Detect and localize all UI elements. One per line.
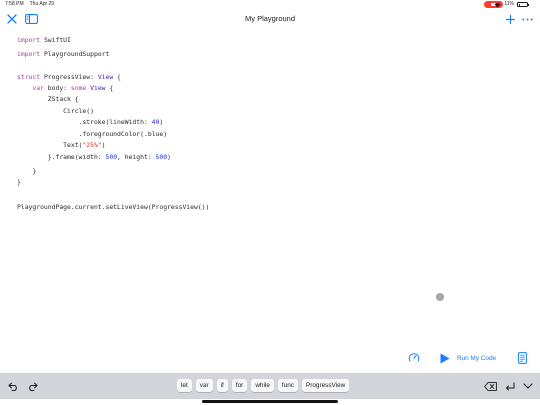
nav-bar: My Playground bbox=[0, 10, 540, 28]
code-token: import bbox=[17, 36, 41, 44]
status-bar: 7:58 PM Thu Apr 29 11% bbox=[0, 0, 540, 9]
sidebar-icon bbox=[24, 14, 38, 24]
delete-button[interactable] bbox=[483, 373, 497, 399]
code-token: ) bbox=[101, 141, 106, 149]
shortcut-var[interactable]: var bbox=[195, 379, 213, 392]
code-line[interactable]: var body: some View { bbox=[17, 83, 113, 93]
code-token: { bbox=[113, 73, 121, 81]
code-token: { bbox=[105, 84, 114, 92]
return-icon bbox=[506, 381, 515, 390]
shortcut-func[interactable]: func bbox=[277, 379, 298, 392]
speedometer-icon bbox=[408, 353, 419, 362]
code-token: 500 bbox=[155, 153, 168, 161]
close-icon bbox=[7, 14, 17, 24]
code-editor[interactable]: import SwiftUI import PlaygroundSupport st… bbox=[0, 32, 540, 332]
code-token: , height: bbox=[117, 153, 156, 161]
code-token: .stroke(lineWidth: bbox=[17, 118, 152, 126]
shortcut-progressview[interactable]: ProgressView bbox=[301, 379, 350, 392]
code-line[interactable]: Circle() bbox=[17, 106, 94, 116]
code-token: ) bbox=[167, 153, 171, 161]
home-indicator[interactable] bbox=[202, 400, 338, 403]
undo-icon bbox=[8, 382, 17, 391]
code-line[interactable]: .stroke(lineWidth: 40) bbox=[17, 117, 164, 127]
code-line[interactable]: Text("25%") bbox=[17, 140, 106, 150]
run-my-code-label: Run My Code bbox=[457, 354, 497, 362]
code-token: PlaygroundPage.current.setLiveView(Progr… bbox=[17, 203, 210, 211]
status-right: 11% bbox=[494, 0, 529, 9]
battery-fill bbox=[518, 3, 520, 6]
wifi-icon bbox=[494, 2, 501, 7]
redo-button[interactable] bbox=[26, 373, 38, 399]
code-line[interactable]: import SwiftUI bbox=[17, 35, 71, 45]
keyword-shortcuts: let var if for while func ProgressView bbox=[177, 379, 353, 392]
documentation-button[interactable] bbox=[517, 351, 528, 365]
sidebar-toggle-button[interactable] bbox=[23, 10, 39, 28]
code-token: SwiftUI bbox=[40, 36, 71, 44]
return-button[interactable] bbox=[504, 373, 516, 399]
run-my-code-button[interactable]: Run My Code bbox=[440, 350, 496, 366]
close-button[interactable] bbox=[5, 10, 19, 28]
code-token: 500 bbox=[105, 153, 118, 161]
code-token: } bbox=[17, 167, 37, 175]
add-button[interactable] bbox=[504, 10, 516, 28]
run-controls: Run My Code bbox=[0, 350, 540, 366]
plus-icon bbox=[505, 14, 515, 24]
code-token: "25%" bbox=[82, 141, 102, 149]
shortcut-let[interactable]: let bbox=[177, 379, 192, 392]
shortcut-if[interactable]: if bbox=[216, 379, 228, 392]
shortcut-for[interactable]: for bbox=[231, 379, 248, 392]
keyboard-shortcut-bar: let var if for while func ProgressView bbox=[0, 373, 540, 399]
play-icon bbox=[440, 353, 450, 363]
code-line[interactable]: } bbox=[17, 177, 21, 187]
code-token: import bbox=[17, 50, 41, 58]
code-token: ProgressView: bbox=[40, 73, 98, 81]
battery-icon bbox=[517, 2, 529, 7]
code-line[interactable]: .foregroundColor(.blue) bbox=[17, 129, 168, 139]
page-title: My Playground bbox=[244, 14, 296, 23]
status-date: Thu Apr 29 bbox=[29, 1, 55, 7]
code-token: } bbox=[17, 178, 21, 186]
code-line[interactable]: } bbox=[17, 166, 36, 176]
code-line[interactable]: ZStack { bbox=[17, 94, 79, 104]
code-token: some bbox=[70, 84, 87, 92]
status-left: 7:58 PM Thu Apr 29 bbox=[5, 0, 60, 9]
document-icon bbox=[518, 352, 527, 364]
dismiss-keyboard-button[interactable] bbox=[522, 373, 534, 399]
undo-button[interactable] bbox=[7, 373, 19, 399]
code-token: ZStack { bbox=[17, 95, 79, 103]
delete-icon bbox=[483, 381, 497, 391]
shortcut-while[interactable]: while bbox=[251, 379, 274, 392]
speed-button[interactable] bbox=[407, 350, 420, 366]
pointer-cursor bbox=[436, 293, 444, 301]
code-line[interactable]: import PlaygroundSupport bbox=[17, 49, 109, 59]
code-token: PlaygroundSupport bbox=[40, 50, 110, 58]
code-token: .foregroundColor(.blue) bbox=[17, 130, 168, 138]
code-token: struct bbox=[17, 73, 41, 81]
ellipsis-icon bbox=[521, 18, 533, 20]
code-token: ) bbox=[159, 118, 164, 126]
code-line[interactable]: struct ProgressView: View { bbox=[17, 72, 121, 82]
code-token: Text( bbox=[17, 141, 83, 149]
code-line[interactable]: }.frame(width: 500, height: 500) bbox=[17, 152, 171, 162]
code-line[interactable]: PlaygroundPage.current.setLiveView(Progr… bbox=[17, 202, 209, 212]
battery-percent: 11% bbox=[504, 1, 514, 7]
more-button[interactable] bbox=[520, 10, 534, 28]
code-token: View bbox=[90, 84, 106, 92]
code-token: View bbox=[97, 73, 114, 81]
code-token: Circle() bbox=[17, 107, 94, 115]
code-token: var bbox=[32, 84, 44, 92]
code-token: }.frame(width: bbox=[17, 153, 106, 161]
status-time: 7:58 PM bbox=[5, 1, 24, 7]
redo-icon bbox=[28, 382, 37, 391]
code-token: body: bbox=[43, 84, 71, 92]
chevron-down-icon bbox=[523, 383, 533, 389]
